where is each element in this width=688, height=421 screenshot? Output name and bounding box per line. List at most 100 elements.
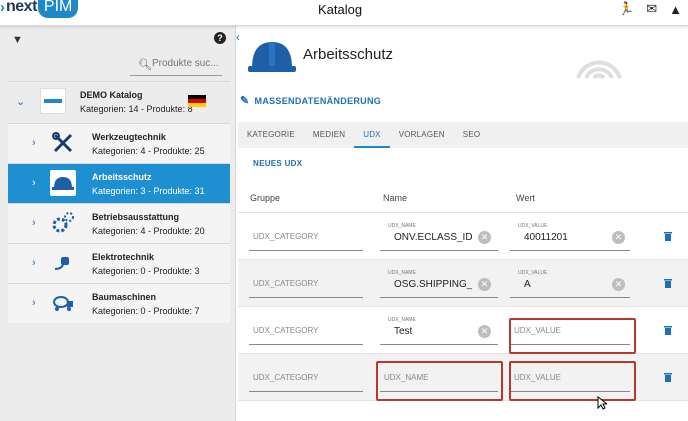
tab-udx[interactable]: UDX bbox=[354, 122, 390, 148]
pencil-icon: ✎ bbox=[240, 95, 250, 107]
delete-icon[interactable] bbox=[664, 326, 672, 335]
filter-icon[interactable]: ▼ bbox=[12, 34, 23, 46]
udx-category-field[interactable]: UDX_CATEGORY bbox=[249, 270, 363, 298]
new-udx-button[interactable]: NEUES UDX bbox=[253, 159, 302, 168]
clear-icon[interactable]: ✕ bbox=[478, 278, 491, 291]
chevron-right-icon[interactable]: › bbox=[32, 137, 36, 149]
chevron-right-icon[interactable]: › bbox=[32, 217, 36, 229]
column-header-name: Name bbox=[383, 193, 408, 203]
delete-icon[interactable] bbox=[664, 373, 672, 382]
delete-icon[interactable] bbox=[664, 279, 672, 288]
back-arrow-icon[interactable]: ‹ bbox=[236, 30, 240, 44]
tree-node-name: Baumaschinen bbox=[92, 292, 157, 302]
tools-icon bbox=[50, 130, 76, 156]
loading-spinner-icon bbox=[572, 36, 626, 85]
field-placeholder: UDX_CATEGORY bbox=[253, 279, 319, 288]
table-row: UDX_CATEGORY UDX_NAME OSG.SHIPPING_MA ✕ … bbox=[238, 260, 688, 307]
user-icon[interactable]: ▲ bbox=[669, 2, 682, 17]
delete-icon[interactable] bbox=[664, 232, 672, 241]
clear-icon[interactable]: ✕ bbox=[612, 278, 625, 291]
field-label: UDX_VALUE bbox=[518, 270, 548, 276]
search-input[interactable] bbox=[152, 58, 220, 69]
help-icon[interactable]: ? bbox=[214, 32, 226, 44]
udx-value-field[interactable]: UDX_VALUE A ✕ bbox=[510, 270, 630, 298]
udx-category-field[interactable]: UDX_CATEGORY bbox=[249, 364, 363, 392]
tree-node-root[interactable]: ⌄ DEMO Katalog Kategorien: 14 - Produkte… bbox=[8, 81, 230, 123]
field-label: UDX_NAME bbox=[388, 223, 416, 229]
field-value: Test bbox=[394, 326, 413, 337]
gears-icon bbox=[50, 210, 76, 236]
app-title: Katalog bbox=[318, 2, 363, 17]
top-bar: › next PIM Katalog 🏃 ✉ ▲ bbox=[0, 0, 688, 26]
chevron-right-icon[interactable]: › bbox=[32, 257, 36, 269]
udx-name-field[interactable]: UDX_NAME ONV.ECLASS_ID ✕ bbox=[380, 223, 498, 251]
field-value: 40011201 bbox=[524, 232, 568, 243]
category-tree: ⌄ DEMO Katalog Kategorien: 14 - Produkte… bbox=[8, 81, 230, 323]
tree-node-name: Elektrotechnik bbox=[92, 252, 155, 262]
search-icon: 🔍︎ bbox=[138, 59, 152, 71]
chevron-down-icon[interactable]: ⌄ bbox=[16, 95, 25, 108]
field-value: OSG.SHIPPING_MA bbox=[394, 279, 472, 290]
udx-name-field[interactable]: UDX_NAME OSG.SHIPPING_MA ✕ bbox=[380, 270, 498, 298]
tree-node-meta: Kategorien: 0 - Produkte: 3 bbox=[92, 266, 200, 276]
chevron-right-icon[interactable]: › bbox=[32, 177, 36, 189]
hardhat-icon bbox=[50, 170, 76, 196]
field-value: ONV.ECLASS_ID bbox=[394, 232, 472, 243]
tree-node-meta: Kategorien: 3 - Produkte: 31 bbox=[92, 186, 205, 196]
tree-node-name: DEMO Katalog bbox=[80, 90, 143, 100]
tree-node-meta: Kategorien: 0 - Produkte: 7 bbox=[92, 306, 200, 316]
logo-badge: PIM bbox=[37, 0, 79, 18]
field-placeholder: UDX_CATEGORY bbox=[253, 326, 319, 335]
cement-truck-icon bbox=[50, 290, 76, 316]
highlight-box bbox=[509, 318, 636, 354]
highlight-box bbox=[509, 361, 636, 401]
mail-icon[interactable]: ✉ bbox=[646, 1, 657, 17]
tree-node-arbeitsschutz[interactable]: › Arbeitsschutz Kategorien: 3 - Produkte… bbox=[8, 163, 230, 203]
tree-node-werkzeugtechnik[interactable]: › Werkzeugtechnik Kategorien: 4 - Produk… bbox=[8, 123, 230, 163]
chevron-right-icon[interactable]: › bbox=[32, 297, 36, 309]
tree-node-name: Werkzeugtechnik bbox=[92, 132, 166, 142]
mass-edit-button[interactable]: ✎ MASSENDATENÄNDERUNG bbox=[240, 94, 381, 107]
tree-node-meta: Kategorien: 4 - Produkte: 20 bbox=[92, 226, 205, 236]
clear-icon[interactable]: ✕ bbox=[478, 325, 491, 338]
tab-vorlagen[interactable]: VORLAGEN bbox=[390, 122, 454, 148]
run-icon[interactable]: 🏃 bbox=[618, 1, 634, 17]
tree-node-name: Betriebsausstattung bbox=[92, 212, 180, 222]
mouse-cursor-icon bbox=[597, 396, 607, 410]
logo-text: next bbox=[6, 0, 37, 15]
udx-table-header: Gruppe Name Wert bbox=[238, 186, 688, 213]
tab-medien[interactable]: MEDIEN bbox=[304, 122, 354, 148]
udx-category-field[interactable]: UDX_CATEGORY bbox=[249, 317, 363, 345]
catalog-sidebar: ▼ ? 🔍︎ ⌄ DEMO Katalog Kategorien: 14 - P… bbox=[0, 26, 236, 421]
tree-node-name: Arbeitsschutz bbox=[92, 172, 152, 182]
field-label: UDX_VALUE bbox=[518, 223, 548, 229]
tab-kategorie[interactable]: KATEGORIE bbox=[238, 122, 304, 148]
field-label: UDX_NAME bbox=[388, 317, 416, 323]
plug-icon bbox=[50, 250, 76, 276]
hardhat-icon bbox=[248, 36, 296, 81]
tree-node-meta: Kategorien: 4 - Produkte: 25 bbox=[92, 146, 205, 156]
mass-edit-label: MASSENDATENÄNDERUNG bbox=[254, 95, 382, 106]
german-flag-icon[interactable] bbox=[188, 95, 206, 107]
field-placeholder: UDX_CATEGORY bbox=[253, 232, 319, 241]
udx-value-field[interactable]: UDX_VALUE 40011201 ✕ bbox=[510, 223, 630, 251]
tab-bar: KATEGORIE MEDIEN UDX VORLAGEN SEO bbox=[238, 122, 688, 148]
logo-arrow-icon: › bbox=[0, 0, 5, 16]
category-title: Arbeitsschutz bbox=[303, 46, 394, 63]
clear-icon[interactable]: ✕ bbox=[612, 231, 625, 244]
column-header-group: Gruppe bbox=[250, 193, 281, 203]
field-placeholder: UDX_CATEGORY bbox=[253, 373, 319, 382]
product-search[interactable]: 🔍︎ bbox=[130, 56, 222, 76]
udx-category-field[interactable]: UDX_CATEGORY bbox=[249, 223, 363, 251]
tree-node-elektrotechnik[interactable]: › Elektrotechnik Kategorien: 0 - Produkt… bbox=[8, 243, 230, 283]
clear-icon[interactable]: ✕ bbox=[478, 231, 491, 244]
tab-seo[interactable]: SEO bbox=[454, 122, 490, 148]
tree-node-baumaschinen[interactable]: › Baumaschinen Kategorien: 0 - Produkte:… bbox=[8, 283, 230, 323]
catalog-logo bbox=[40, 88, 66, 114]
highlight-box bbox=[376, 361, 503, 401]
tree-node-betriebsausstattung[interactable]: › Betriebsausstattung Kategorien: 4 - Pr… bbox=[8, 203, 230, 243]
tree-node-meta: Kategorien: 14 - Produkte: 8 bbox=[80, 104, 193, 114]
udx-name-field[interactable]: UDX_NAME Test ✕ bbox=[380, 317, 498, 345]
column-header-value: Wert bbox=[516, 193, 535, 203]
nextpim-logo[interactable]: › next PIM bbox=[0, 0, 79, 22]
